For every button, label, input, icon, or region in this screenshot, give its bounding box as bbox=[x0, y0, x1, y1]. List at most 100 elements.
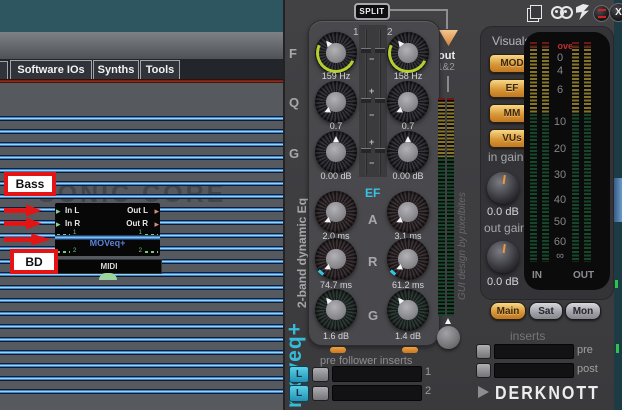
gain-value-band1: 0.00 dB bbox=[306, 171, 366, 181]
out-gain-label: out gain bbox=[484, 221, 527, 235]
module-input-r[interactable]: In R bbox=[65, 219, 80, 228]
midi-connector-dome[interactable] bbox=[99, 273, 117, 280]
split-button[interactable]: SPLIT bbox=[354, 3, 390, 20]
copy-icon[interactable] bbox=[530, 5, 542, 19]
input-port-arrow[interactable]: ▸ bbox=[56, 219, 61, 230]
link-fader-handle[interactable] bbox=[375, 148, 385, 153]
desktop-top-band bbox=[0, 0, 283, 32]
titlebar-band bbox=[0, 32, 283, 59]
ef-section-label: EF bbox=[365, 186, 380, 200]
freq-knob-band1[interactable] bbox=[315, 32, 357, 74]
menu-tab-partial[interactable] bbox=[0, 61, 8, 80]
row-label-f: F bbox=[289, 46, 297, 61]
follower-slot-number-1: 1 bbox=[425, 366, 431, 378]
output-port-arrow[interactable]: ▸ bbox=[154, 219, 159, 230]
release-knob-band2[interactable] bbox=[387, 238, 429, 280]
out-routing-triangle[interactable] bbox=[439, 30, 458, 46]
band-header-1: 1 bbox=[353, 27, 359, 38]
monitor-dot bbox=[555, 10, 558, 13]
vu-meter-in-l bbox=[530, 42, 537, 262]
vu-scale-60: 60 bbox=[548, 236, 572, 248]
vu-scale-50: 50 bbox=[548, 216, 572, 228]
out-meter-left bbox=[438, 98, 445, 316]
moveq-module-block[interactable]: ▸ In L Out L ▸ ▸ In R Out R ▸ 1 1 MOVeq+… bbox=[55, 203, 160, 256]
release-knob-band1[interactable] bbox=[315, 238, 357, 280]
module-output-r[interactable]: Out R bbox=[126, 219, 148, 228]
freq-knob-band2[interactable] bbox=[387, 32, 429, 74]
knob-pointer bbox=[395, 107, 403, 115]
link-sign: + bbox=[369, 137, 374, 147]
link-fader-handle[interactable] bbox=[375, 48, 385, 53]
module-output-l[interactable]: Out L bbox=[127, 206, 148, 215]
knob-pointer bbox=[395, 264, 403, 272]
input-port-arrow[interactable]: ▸ bbox=[56, 206, 61, 217]
minimize-button[interactable] bbox=[593, 5, 610, 22]
link-fader-handle[interactable] bbox=[361, 98, 371, 103]
monitor-button-sat[interactable]: Sat bbox=[529, 302, 563, 320]
follower-insert-slot-1[interactable] bbox=[332, 366, 422, 382]
gain-knob-band1[interactable] bbox=[315, 131, 357, 173]
knob-pointer bbox=[324, 296, 332, 304]
freq-value-band1: 159 Hz bbox=[306, 71, 366, 81]
ef-gain-knob-band1[interactable] bbox=[315, 289, 357, 331]
gain-value-band2: 0.00 dB bbox=[378, 171, 438, 181]
insert-post-button[interactable] bbox=[476, 363, 491, 378]
output-port-arrow[interactable]: ▸ bbox=[154, 206, 159, 217]
knob-pointer bbox=[396, 296, 404, 304]
inserts-title: inserts bbox=[510, 329, 545, 343]
insert-pre-button[interactable] bbox=[476, 344, 491, 359]
follower-led[interactable] bbox=[330, 347, 346, 353]
knob-pointer bbox=[395, 217, 403, 225]
annotation-bass-box: Bass bbox=[4, 172, 56, 196]
attack-knob-band2[interactable] bbox=[387, 191, 429, 233]
gui-credit: GUI design by pixelbites bbox=[457, 130, 468, 300]
menu-tab-software-ios[interactable]: Software IOs bbox=[10, 60, 92, 80]
follower-link-button-1[interactable]: L bbox=[289, 366, 309, 383]
vu-meter-out-r bbox=[584, 42, 591, 262]
in-gain-knob[interactable] bbox=[487, 172, 519, 204]
flag-icon[interactable] bbox=[576, 4, 589, 20]
insert-post-label: post bbox=[577, 363, 598, 375]
q-knob-band1[interactable] bbox=[315, 81, 357, 123]
midi-strip[interactable]: MIDI bbox=[56, 259, 162, 274]
ef-gain-knob-band2[interactable] bbox=[387, 289, 429, 331]
knob-pointer bbox=[323, 107, 331, 115]
link-fader-handle[interactable] bbox=[361, 148, 371, 153]
monitor-button-mon[interactable]: Mon bbox=[565, 302, 601, 320]
insert-pre-label: pre bbox=[577, 344, 593, 356]
follower-led[interactable] bbox=[402, 347, 418, 353]
link-fader-handle[interactable] bbox=[375, 98, 385, 103]
out-level-knob[interactable] bbox=[437, 326, 460, 349]
gain-knob-band2[interactable] bbox=[387, 131, 429, 173]
port-number: 2 bbox=[139, 248, 142, 254]
attack-knob-band1[interactable] bbox=[315, 191, 357, 233]
ef-gain-value-band1: 1.6 dB bbox=[306, 331, 366, 341]
in-gain-pointer bbox=[503, 175, 506, 184]
q-value-band2: 0.7 bbox=[378, 121, 438, 131]
knob-pointer bbox=[405, 136, 411, 142]
vu-scale-20: 20 bbox=[548, 143, 572, 155]
port-dashes bbox=[57, 251, 70, 253]
minimize-glyph bbox=[598, 9, 606, 18]
out-gain-knob[interactable] bbox=[487, 241, 519, 273]
follower-insert-button-2[interactable] bbox=[312, 386, 329, 401]
row-label-ef-gain: G bbox=[368, 308, 378, 323]
follower-link-button-2[interactable]: L bbox=[289, 385, 309, 402]
moveq-plugin-window: SPLIT out 1&2 X F Q G 2-band dynamic Eq … bbox=[283, 0, 614, 410]
follower-insert-slot-2[interactable] bbox=[332, 385, 422, 401]
follower-insert-button-1[interactable] bbox=[312, 367, 329, 382]
menu-tab-synths[interactable]: Synths bbox=[93, 60, 139, 80]
linked-monitors-icon[interactable] bbox=[551, 6, 573, 19]
link-fader-handle[interactable] bbox=[361, 48, 371, 53]
vu-display: over 0 4 6 10 20 30 40 50 60 ∞ IN OUT bbox=[524, 32, 610, 290]
insert-post-slot[interactable] bbox=[494, 363, 574, 378]
out-gain-value: 0.0 dB bbox=[487, 276, 519, 288]
module-input-l[interactable]: In L bbox=[65, 206, 79, 215]
vu-meter-out-l bbox=[572, 42, 579, 262]
q-knob-band2[interactable] bbox=[387, 81, 429, 123]
monitor-button-main[interactable]: Main bbox=[490, 302, 526, 320]
close-button[interactable]: X bbox=[609, 3, 622, 22]
menu-tab-tools[interactable]: Tools bbox=[140, 60, 180, 80]
band-header-2: 2 bbox=[387, 27, 393, 38]
insert-pre-slot[interactable] bbox=[494, 344, 574, 359]
